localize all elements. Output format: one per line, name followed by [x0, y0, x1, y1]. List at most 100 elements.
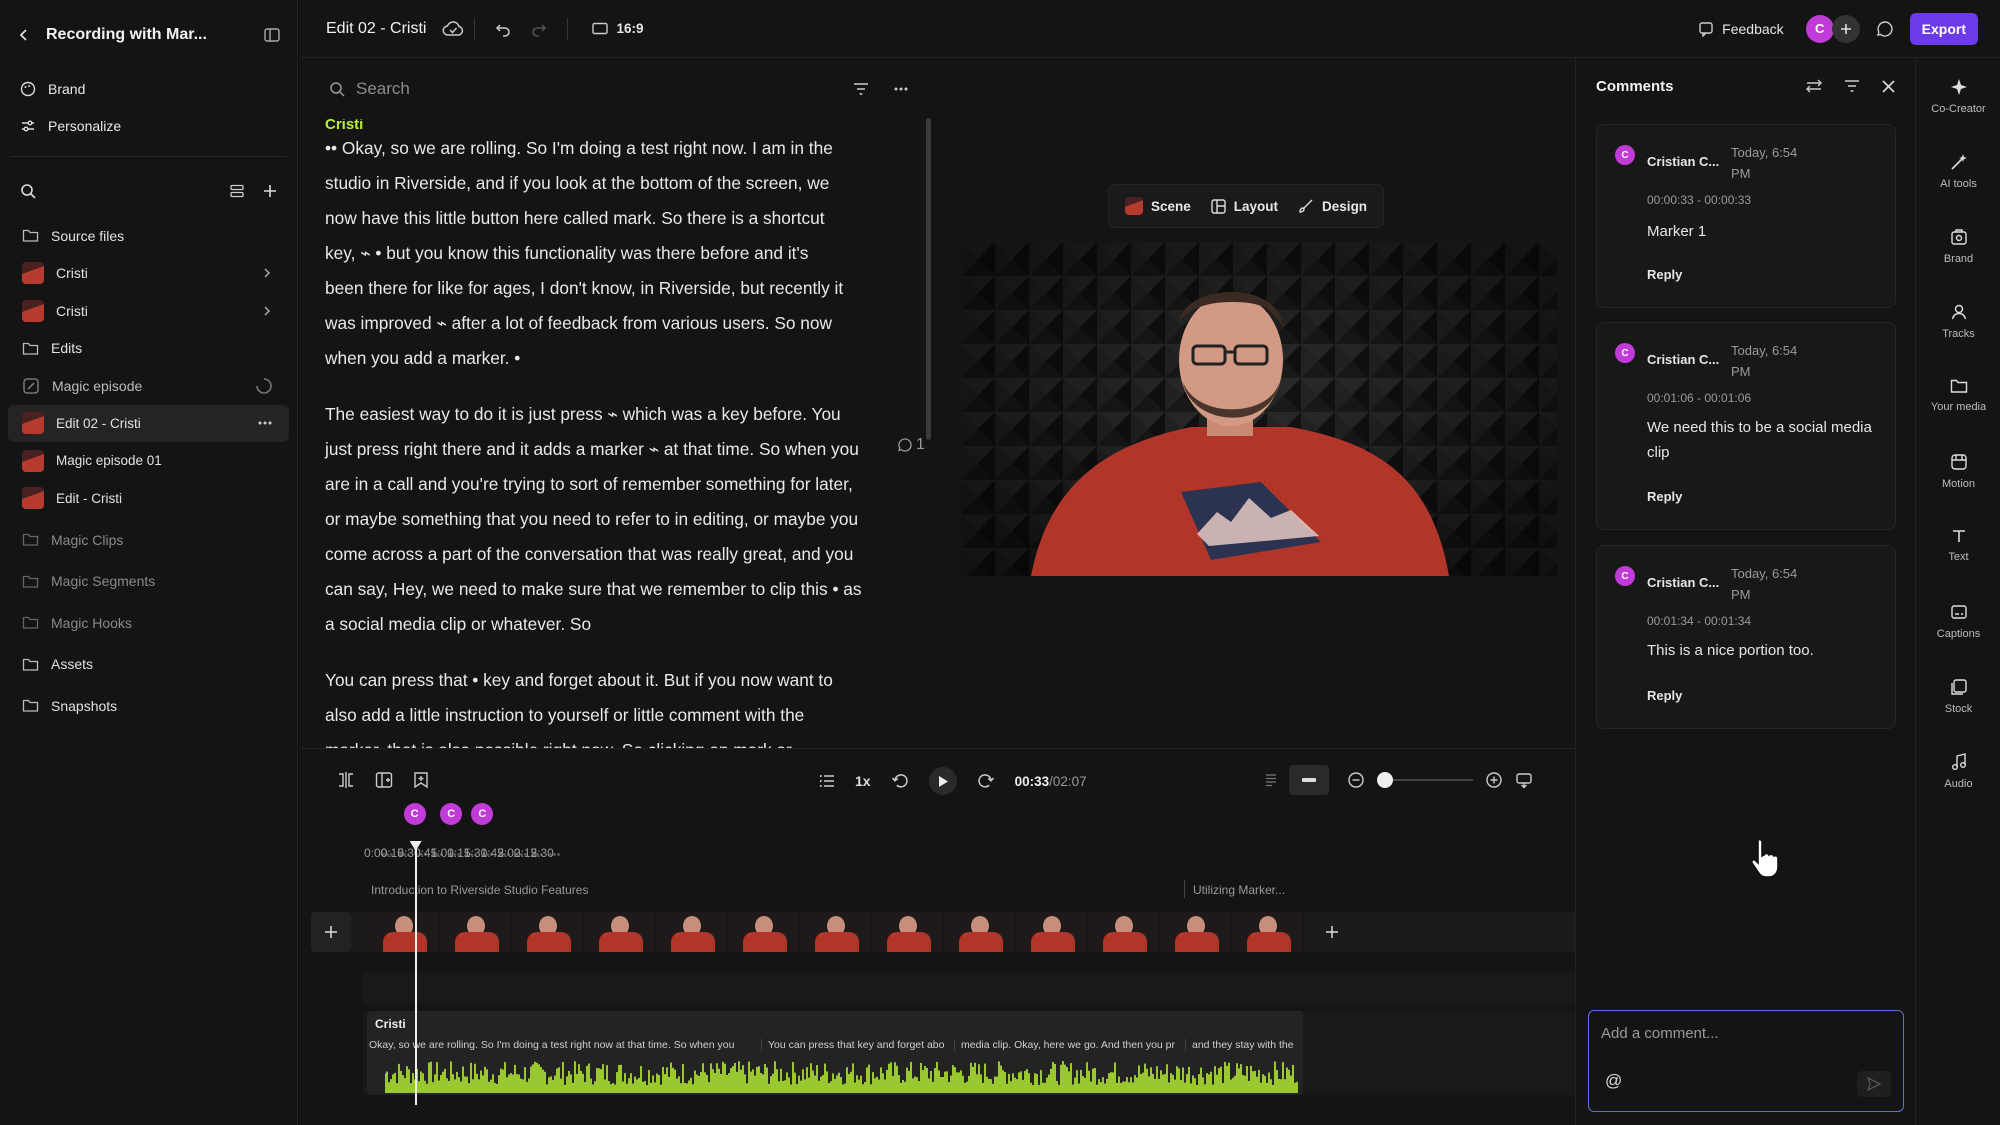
caption-segment[interactable]: You can press that key and forget abo — [761, 1039, 954, 1051]
transcript-line[interactable]: just press right there and it adds a mar… — [325, 432, 889, 467]
brand-link[interactable]: Brand — [0, 70, 297, 107]
send-button[interactable] — [1857, 1071, 1891, 1097]
chat-icon[interactable] — [1876, 20, 1894, 38]
user-avatar[interactable]: C — [1805, 14, 1834, 43]
transcript-line[interactable]: when you add a marker. • — [325, 341, 889, 376]
comment-timecode[interactable]: 00:01:34 - 00:01:34 — [1647, 614, 1751, 628]
video-track[interactable] — [367, 912, 1303, 952]
sidebar-item-edits[interactable]: Edits — [8, 330, 289, 368]
transcript-line[interactable]: was improved ⌁ after a lot of feedback f… — [325, 306, 889, 341]
transcript-scrollbar[interactable] — [926, 118, 931, 440]
timeline-marker[interactable]: C — [403, 803, 426, 825]
redo-icon[interactable] — [531, 21, 547, 37]
add-clip-after-button[interactable] — [1312, 912, 1352, 952]
filter-icon[interactable] — [853, 82, 869, 96]
chapter-label[interactable]: Introduction to Riverside Studio Feature… — [371, 883, 588, 897]
rail-co-creator[interactable]: Co-Creator — [1916, 78, 2000, 115]
list-view-icon[interactable] — [229, 183, 245, 199]
transcript-line[interactable]: also add a little instruction to yoursel… — [325, 698, 889, 733]
comment-input-box[interactable]: Add a comment... @ — [1588, 1010, 1904, 1112]
personalize-link[interactable]: Personalize — [0, 107, 297, 144]
aspect-ratio-label[interactable]: 16:9 — [616, 21, 643, 36]
comment-card[interactable]: C Cristian C... Today, 6:54 PM 00:01:34 … — [1596, 545, 1896, 729]
sidebar-item-edit-cristi[interactable]: Edit - Cristi — [8, 480, 289, 518]
rail-audio[interactable]: Audio — [1916, 753, 2000, 790]
chevron-right-icon[interactable] — [261, 305, 273, 317]
layout-button[interactable]: Layout — [1201, 199, 1288, 214]
reply-button[interactable]: Reply — [1647, 688, 1682, 703]
video-preview[interactable] — [961, 242, 1557, 576]
audio-clip[interactable]: Cristi Okay, so we are rolling. So I'm d… — [367, 1011, 1303, 1095]
rail-captions[interactable]: Captions — [1916, 603, 2000, 640]
rail-brand[interactable]: Brand — [1916, 228, 2000, 265]
search-icon[interactable] — [20, 183, 37, 200]
comment-card[interactable]: C Cristian C... Today, 6:54 PM 00:00:33 … — [1596, 124, 1896, 308]
sort-icon[interactable] — [1806, 79, 1822, 93]
caption-segment[interactable]: and they stay with the — [1185, 1039, 1303, 1051]
rail-ai-tools[interactable]: AI tools — [1916, 153, 2000, 190]
design-button[interactable]: Design — [1288, 198, 1377, 214]
transcript-line[interactable]: can say, Hey, we need to make sure that … — [325, 572, 889, 607]
sidebar-item-edit-02[interactable]: Edit 02 - Cristi — [8, 404, 289, 442]
transcript-line[interactable]: now have this little button here called … — [325, 201, 889, 236]
playhead[interactable] — [409, 841, 422, 1105]
comment-indicator[interactable]: 1 — [897, 436, 925, 454]
more-options-icon[interactable] — [257, 420, 273, 426]
transcript-line[interactable]: marker, that is also possible right now.… — [325, 733, 889, 748]
add-clip-before-button[interactable] — [311, 912, 351, 952]
transcript-line[interactable]: come across a part of the conversation t… — [325, 537, 889, 572]
chapter-label[interactable]: Utilizing Marker... — [1193, 883, 1285, 897]
sidebar-item-recording-2[interactable]: Cristi — [8, 292, 289, 330]
more-options-icon[interactable] — [893, 86, 909, 92]
sidebar-item-assets[interactable]: Assets — [8, 646, 289, 684]
transcript-line[interactable]: •• Okay, so we are rolling. So I'm doing… — [325, 131, 889, 166]
sidebar-item-recording-1[interactable]: Cristi — [8, 255, 289, 293]
close-icon[interactable] — [1882, 79, 1895, 93]
invite-button[interactable] — [1831, 14, 1860, 43]
edit-title[interactable]: Edit 02 - Cristi — [326, 20, 426, 38]
rail-tracks[interactable]: Tracks — [1916, 303, 2000, 340]
rail-your-media[interactable]: Your media — [1916, 378, 2000, 413]
transcript-line[interactable]: a social media clip or whatever. So — [325, 607, 889, 642]
rail-stock[interactable]: Stock — [1916, 678, 2000, 715]
aspect-ratio-icon[interactable] — [592, 22, 609, 35]
comment-card[interactable]: C Cristian C... Today, 6:54 PM 00:01:06 … — [1596, 322, 1896, 530]
transcript-paragraph[interactable]: You can press that • key and forget abou… — [325, 663, 889, 748]
transcript-line[interactable]: key, ⌁ • but you know this functionality… — [325, 236, 889, 271]
transcript-line[interactable]: been there for like for ages, I don't kn… — [325, 271, 889, 306]
comment-input[interactable]: Add a comment... — [1601, 1025, 1719, 1042]
sidebar-item-snapshots[interactable]: Snapshots — [8, 687, 289, 725]
feedback-icon[interactable] — [1698, 21, 1714, 37]
undo-icon[interactable] — [495, 21, 511, 37]
plus-icon[interactable] — [263, 184, 277, 198]
feedback-button[interactable]: Feedback — [1722, 21, 1783, 37]
scene-button[interactable]: Scene — [1115, 197, 1201, 215]
collapse-sidebar-icon[interactable] — [263, 26, 281, 44]
transcript-paragraph[interactable]: •• Okay, so we are rolling. So I'm doing… — [325, 131, 889, 376]
transcript-paragraph[interactable]: The easiest way to do it is just press ⌁… — [325, 397, 889, 642]
transcript-line[interactable]: studio in Riverside, and if you look at … — [325, 166, 889, 201]
export-button[interactable]: Export — [1909, 12, 1978, 45]
chevron-right-icon[interactable] — [261, 267, 273, 279]
sidebar-item-magic-hooks[interactable]: Magic Hooks — [8, 604, 289, 642]
sidebar-item-magic-episode-01[interactable]: Magic episode 01 — [8, 442, 289, 480]
comment-timecode[interactable]: 00:01:06 - 00:01:06 — [1647, 391, 1751, 405]
sidebar-item-magic-episode[interactable]: Magic episode — [8, 367, 289, 405]
caption-segment[interactable]: media clip. Okay, here we go. And then y… — [954, 1039, 1185, 1051]
back-arrow-icon[interactable] — [16, 27, 32, 43]
transcript-text[interactable]: Cristi •• Okay, so we are rolling. So I'… — [299, 119, 939, 748]
sidebar-item-magic-segments[interactable]: Magic Segments — [8, 563, 289, 601]
reply-button[interactable]: Reply — [1647, 267, 1682, 282]
transcript-line[interactable]: are in a call and you're trying to sort … — [325, 467, 889, 502]
rail-text[interactable]: Text — [1916, 528, 2000, 563]
sidebar-item-magic-clips[interactable]: Magic Clips — [8, 521, 289, 559]
caption-segment[interactable]: Okay, so we are rolling. So I'm doing a … — [367, 1039, 761, 1051]
reply-button[interactable]: Reply — [1647, 489, 1682, 504]
mention-button[interactable]: @ — [1605, 1071, 1622, 1091]
transcript-search-input[interactable]: Search — [356, 79, 853, 99]
transcript-line[interactable]: You can press that • key and forget abou… — [325, 663, 889, 698]
transcript-line[interactable]: or maybe something that you need to refe… — [325, 502, 889, 537]
sidebar-item-source-files[interactable]: Source files — [8, 217, 289, 255]
filter-icon[interactable] — [1844, 79, 1860, 93]
comment-timecode[interactable]: 00:00:33 - 00:00:33 — [1647, 193, 1751, 207]
